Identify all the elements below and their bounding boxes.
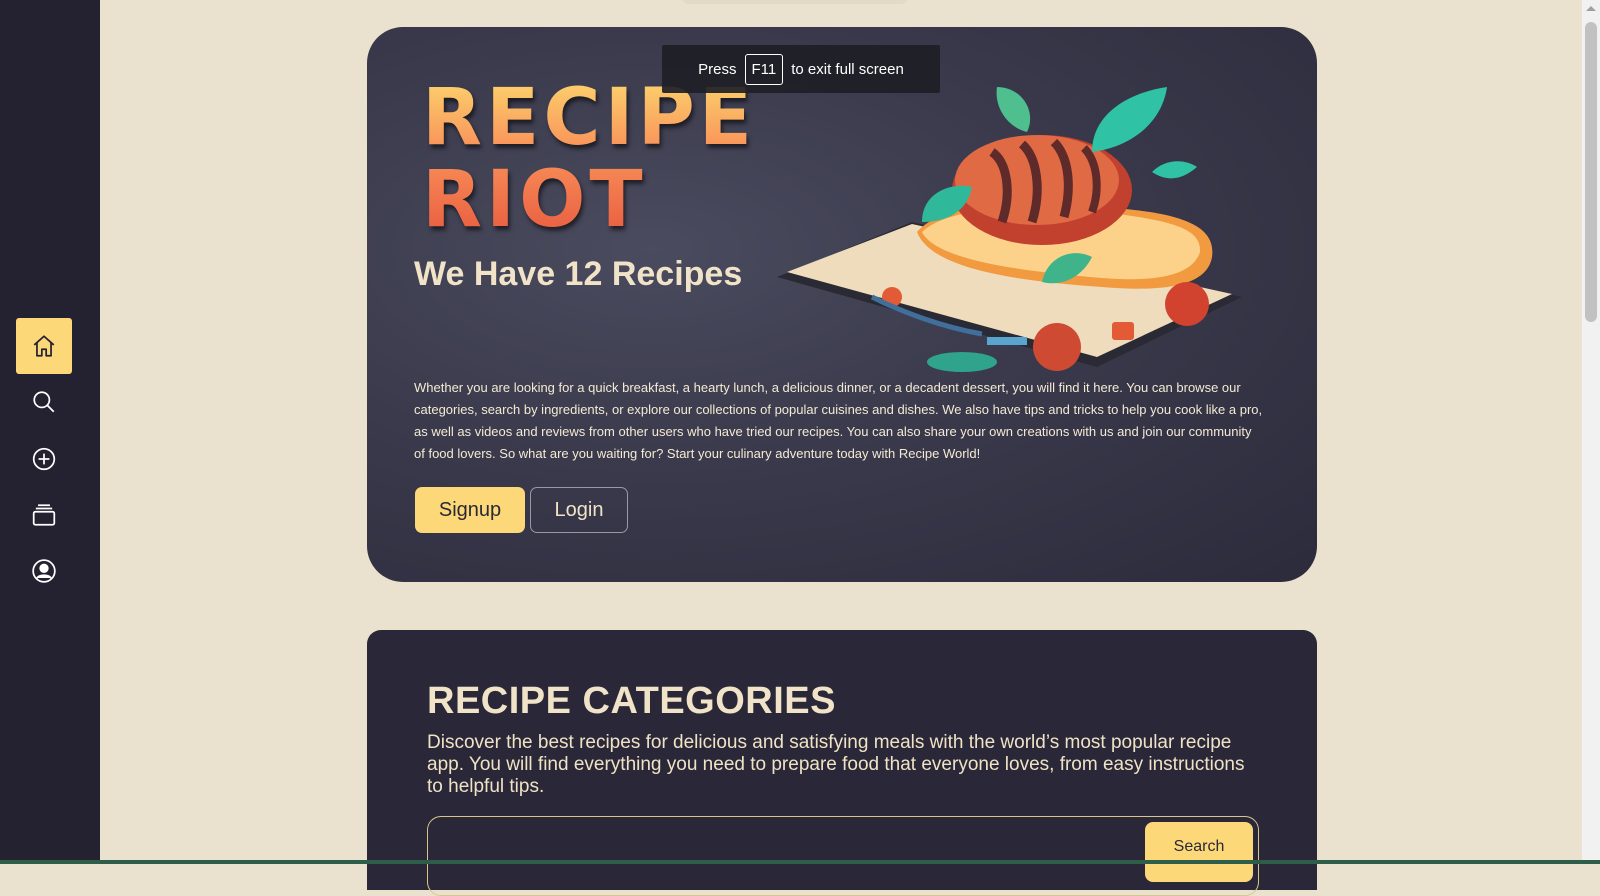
sidebar [0, 0, 100, 864]
sidebar-item-home[interactable] [16, 318, 72, 374]
recipe-count-heading: We Have 12 Recipes [414, 255, 743, 293]
stack-icon [32, 504, 56, 526]
signup-button[interactable]: Signup [415, 487, 525, 533]
fullscreen-notice: Press F11 to exit full screen [662, 45, 940, 93]
category-search-box: Search [427, 816, 1259, 896]
f11-key-badge: F11 [744, 53, 784, 85]
home-icon [33, 335, 55, 357]
food-illustration [777, 87, 1242, 372]
fullscreen-notice-prefix: Press [698, 60, 737, 78]
scrollbar-thumb[interactable] [1585, 22, 1597, 322]
plus-circle-icon [32, 447, 56, 471]
user-circle-icon [32, 559, 56, 583]
sidebar-item-add[interactable] [16, 431, 72, 487]
search-icon [33, 391, 55, 413]
categories-title: RECIPE CATEGORIES [427, 680, 836, 722]
search-button[interactable]: Search [1145, 822, 1253, 882]
sidebar-item-search[interactable] [16, 374, 72, 430]
sidebar-item-collections[interactable] [16, 487, 72, 543]
login-button[interactable]: Login [530, 487, 628, 533]
hero-description: Whether you are looking for a quick brea… [414, 380, 1263, 461]
top-decoration [680, 0, 910, 4]
recipe-categories-section: RECIPE CATEGORIES Discover the best reci… [367, 630, 1317, 896]
page-scrollbar[interactable] [1582, 0, 1600, 864]
categories-description: Discover the best recipes for delicious … [427, 732, 1245, 797]
hero-title: RECIPE RIOT [422, 73, 757, 245]
sidebar-item-profile[interactable] [16, 543, 72, 599]
hero-banner: RECIPE RIOT We Have 12 Recipes Whether y… [367, 27, 1317, 582]
bottom-strip [0, 860, 1600, 864]
scroll-up-arrow-icon[interactable] [1586, 6, 1596, 11]
fullscreen-notice-suffix: to exit full screen [791, 60, 904, 78]
